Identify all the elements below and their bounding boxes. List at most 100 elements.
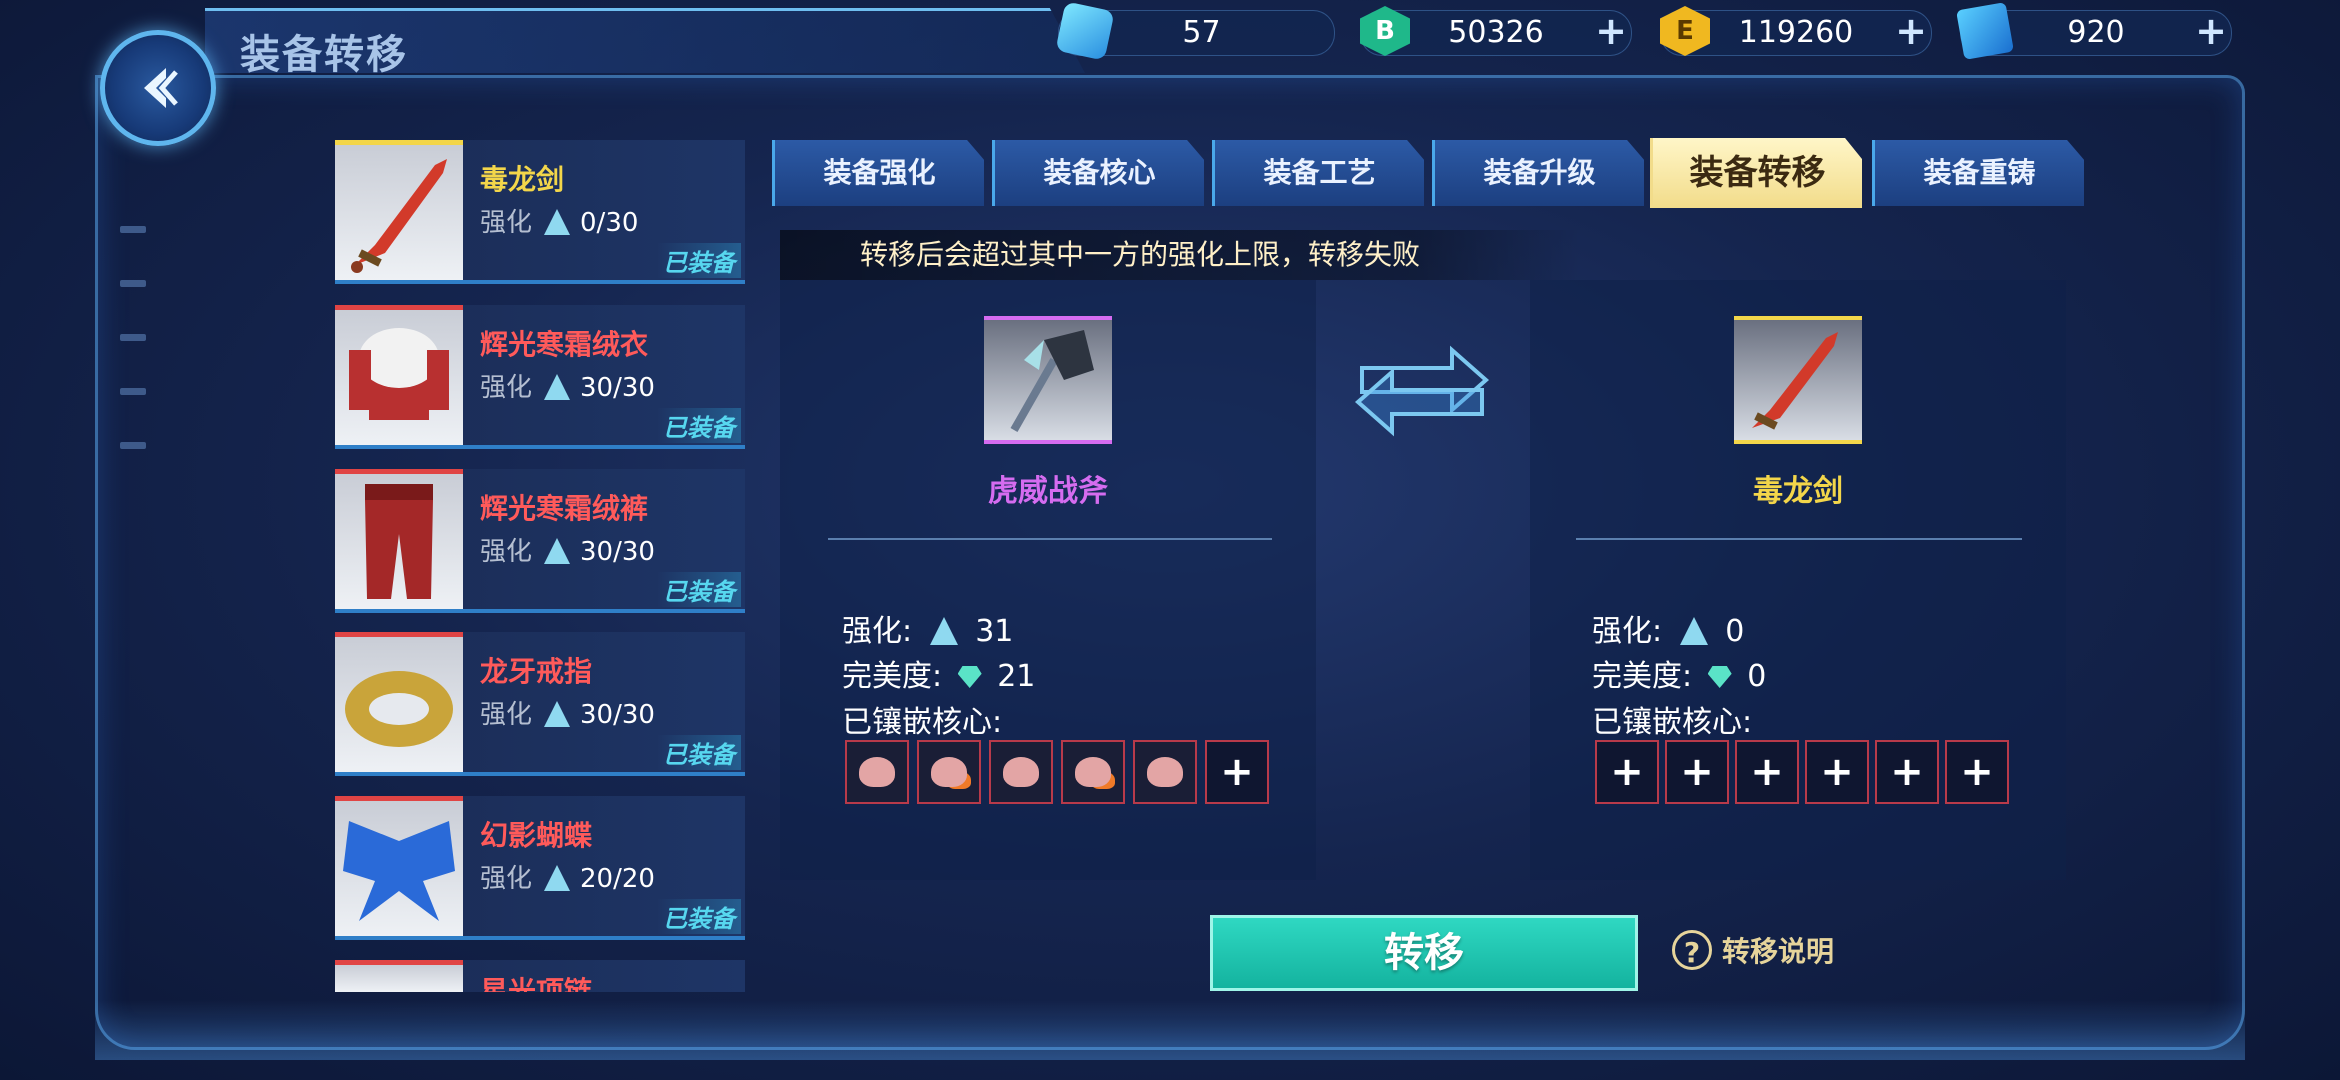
target-cores-label: 已镶嵌核心: <box>1592 705 1753 740</box>
equipment-strengthen: 强化 0/30 <box>480 202 638 239</box>
core-slot-empty[interactable]: + <box>1805 740 1869 804</box>
core-slot-empty[interactable]: + <box>1735 740 1799 804</box>
dragon-fang-ring-icon <box>335 632 463 772</box>
strengthen-icon <box>544 538 571 564</box>
add-ticket-button[interactable]: + <box>2194 12 2228 50</box>
core-slot[interactable] <box>989 740 1053 804</box>
add-core-icon: + <box>1960 749 1994 795</box>
strengthen-icon <box>544 701 571 727</box>
diamond-icon <box>957 666 982 688</box>
diamond-icon <box>1707 666 1732 688</box>
source-core-slots: + <box>845 740 1269 804</box>
source-strengthen: 强化: 31 <box>842 606 1013 650</box>
strengthen-level: 0/30 <box>580 208 639 238</box>
core-slot[interactable] <box>1133 740 1197 804</box>
tab-equipment-transfer[interactable]: 装备转移 <box>1650 138 1862 208</box>
core-slot-empty[interactable]: + <box>1945 740 2009 804</box>
equipment-item[interactable]: 辉光寒霜绒裤 强化 30/30 已装备 <box>335 469 745 613</box>
tab-equipment-reforge[interactable]: 装备重铸 <box>1872 140 2084 206</box>
equipment-item[interactable]: 龙牙戒指 强化 30/30 已装备 <box>335 632 745 776</box>
transfer-notice: 转移后会超过其中一方的强化上限，转移失败 <box>780 230 1580 280</box>
equipment-name: 辉光寒霜绒衣 <box>480 328 649 361</box>
equipment-name: 龙牙戒指 <box>480 655 593 688</box>
core-gem-icon <box>1075 757 1111 787</box>
back-arrow-icon <box>144 68 178 108</box>
core-slot-empty[interactable]: + <box>1875 740 1939 804</box>
gem-icon <box>1055 1 1115 61</box>
necklace-icon <box>335 960 463 992</box>
tab-equipment-craft[interactable]: 装备工艺 <box>1212 140 1424 206</box>
equipped-badge: 已装备 <box>657 408 741 443</box>
phantom-butterfly-icon <box>335 796 463 936</box>
equipment-name: 星光项链 <box>480 975 593 992</box>
add-core-icon: + <box>1220 749 1254 795</box>
equipped-badge: 已装备 <box>657 899 741 934</box>
equipment-strengthen: 强化 30/30 <box>480 367 655 404</box>
swap-arrows-icon <box>1352 328 1492 450</box>
strengthen-level: 30/30 <box>580 537 655 567</box>
equipment-item[interactable]: 毒龙剑 强化 0/30 已装备 <box>335 140 745 284</box>
source-cores-label: 已镶嵌核心: <box>842 705 1003 740</box>
equipment-name: 毒龙剑 <box>480 163 565 196</box>
core-slot[interactable] <box>845 740 909 804</box>
core-gem-icon <box>859 757 895 787</box>
strengthen-icon <box>544 374 571 400</box>
equipment-name: 幻影蝴蝶 <box>480 819 593 852</box>
strengthen-label: 强化 <box>480 537 533 567</box>
core-slot[interactable] <box>917 740 981 804</box>
equipment-strengthen: 强化 20/20 <box>480 858 655 895</box>
side-tick <box>120 280 146 287</box>
tab-equipment-upgrade[interactable]: 装备升级 <box>1432 140 1644 206</box>
core-slot-empty[interactable]: + <box>1665 740 1729 804</box>
target-strengthen: 强化: 0 <box>1592 606 1744 650</box>
strengthen-icon <box>544 865 571 891</box>
add-b-coin-button[interactable]: + <box>1594 12 1628 50</box>
tab-equipment-strengthen[interactable]: 装备强化 <box>772 140 984 206</box>
equipped-badge: 已装备 <box>657 735 741 770</box>
equipment-item[interactable]: 幻影蝴蝶 强化 20/20 已装备 <box>335 796 745 940</box>
core-slot-empty[interactable]: + <box>1595 740 1659 804</box>
equipment-name: 辉光寒霜绒裤 <box>480 492 649 525</box>
tiger-battle-axe-icon <box>1010 330 1094 432</box>
perfection-label: 完美度: <box>842 659 943 694</box>
poison-dragon-sword-icon <box>335 140 463 280</box>
core-slot-empty[interactable]: + <box>1205 740 1269 804</box>
strengthen-label: 强化 <box>480 864 533 894</box>
strengthen-label: 强化: <box>842 614 913 649</box>
side-tick <box>120 226 146 233</box>
perfection-label: 完美度: <box>1592 659 1693 694</box>
add-e-coin-button[interactable]: + <box>1894 12 1928 50</box>
core-slot[interactable] <box>1061 740 1125 804</box>
core-gem-icon <box>1147 757 1183 787</box>
target-equipment-name: 毒龙剑 <box>1753 474 1843 509</box>
strengthen-value: 31 <box>975 614 1014 649</box>
equipped-badge: 已装备 <box>657 572 741 607</box>
target-perfection: 完美度: 0 <box>1592 651 1766 695</box>
question-icon: ? <box>1672 930 1712 970</box>
strengthen-value: 0 <box>1725 614 1745 649</box>
poison-dragon-sword-icon <box>1752 332 1838 430</box>
back-button[interactable] <box>100 30 216 146</box>
equipment-item[interactable]: 星光项链 <box>335 960 745 992</box>
add-core-icon: + <box>1680 749 1714 795</box>
source-equipment-name: 虎威战斧 <box>988 474 1108 509</box>
transfer-help-button[interactable]: ? 转移说明 <box>1672 930 1834 970</box>
strengthen-icon <box>544 209 571 235</box>
strengthen-label: 强化 <box>480 208 533 238</box>
strengthen-label: 强化 <box>480 373 533 403</box>
strengthen-level: 20/20 <box>580 864 655 894</box>
equipment-item[interactable]: 辉光寒霜绒衣 强化 30/30 已装备 <box>335 305 745 449</box>
transfer-button[interactable]: 转移 <box>1210 915 1638 991</box>
frame-bottom-glow <box>95 1000 2245 1060</box>
equipment-strengthen: 强化 30/30 <box>480 531 655 568</box>
side-tick <box>120 388 146 395</box>
target-equipment-slot[interactable] <box>1734 316 1862 444</box>
frost-pants-icon <box>335 469 463 609</box>
tab-equipment-core[interactable]: 装备核心 <box>992 140 1204 206</box>
equipment-strengthen: 强化 30/30 <box>480 694 655 731</box>
strengthen-label: 强化 <box>480 700 533 730</box>
strengthen-icon <box>929 617 958 645</box>
perfection-value: 0 <box>1747 659 1767 694</box>
source-equipment-slot[interactable] <box>984 316 1112 444</box>
side-tick <box>120 334 146 341</box>
